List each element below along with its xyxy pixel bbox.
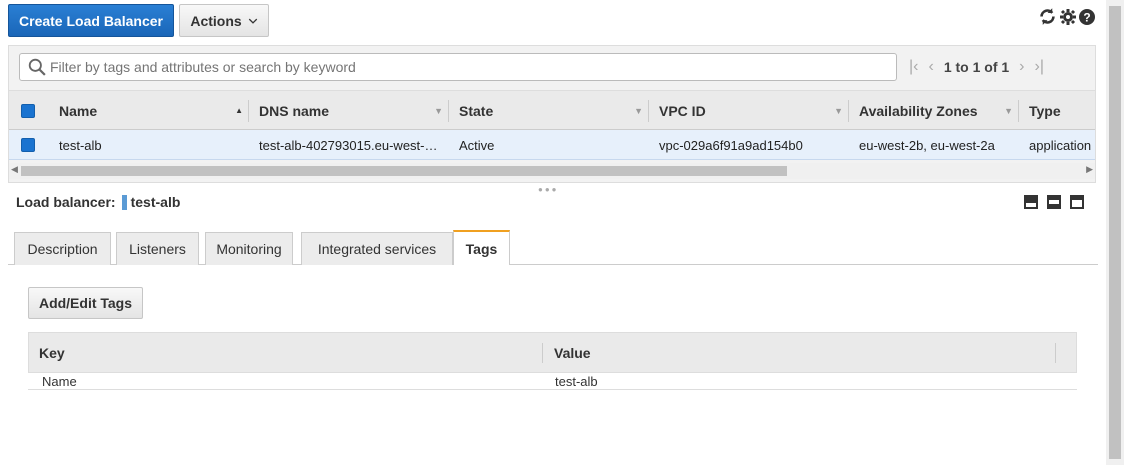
tags-row: Name test-alb: [28, 373, 1077, 390]
actions-label: Actions: [190, 12, 242, 29]
toolbar: Create Load Balancer Actions ?: [0, 0, 1106, 42]
layout-top-icon[interactable]: [1070, 195, 1084, 209]
pager: |‹ ‹ 1 to 1 of 1 › ›|: [909, 58, 1044, 76]
sort-icon: ▼: [1004, 105, 1013, 116]
tags-table: Key Value Name test-alb: [28, 332, 1077, 390]
column-dns-label: DNS name: [259, 102, 330, 119]
title-marker: [121, 194, 127, 210]
last-page-icon[interactable]: ›|: [1035, 58, 1044, 76]
tags-value-header: Value: [554, 345, 591, 361]
tab-monitoring[interactable]: Monitoring: [205, 232, 293, 265]
sort-asc-icon: ▲: [235, 106, 243, 115]
first-page-icon[interactable]: |‹: [909, 58, 918, 76]
refresh-icon[interactable]: [1038, 7, 1057, 26]
horizontal-scrollbar[interactable]: ◀ ▶: [9, 163, 1095, 179]
row-name: test-alb: [59, 137, 102, 153]
layout-split-icon[interactable]: [1047, 195, 1061, 209]
help-icon[interactable]: ?: [1079, 8, 1095, 25]
search-box[interactable]: [19, 53, 897, 81]
select-all-checkbox[interactable]: [21, 91, 51, 130]
vertical-scrollbar-thumb[interactable]: [1109, 6, 1121, 459]
row-checkbox[interactable]: [21, 130, 51, 160]
sort-icon: ▼: [834, 105, 843, 116]
column-name[interactable]: Name ▲: [49, 91, 249, 130]
column-dns-name[interactable]: DNS name ▼: [249, 91, 449, 130]
scroll-left-icon[interactable]: ◀: [11, 164, 18, 175]
layout-icons: [1024, 195, 1084, 209]
row-vpc: vpc-029a6f91a9ad154b0: [659, 137, 803, 153]
column-type-label: Type: [1029, 102, 1061, 119]
tags-key-header: Key: [39, 345, 65, 361]
sort-icon: ▼: [634, 105, 643, 116]
column-vpc-id[interactable]: VPC ID ▼: [649, 91, 849, 130]
column-name-label: Name: [59, 102, 98, 119]
column-vpc-label: VPC ID: [659, 102, 706, 119]
layout-bottom-icon[interactable]: [1024, 195, 1038, 209]
tab-tags[interactable]: Tags: [453, 230, 510, 265]
next-page-icon[interactable]: ›: [1019, 58, 1024, 76]
actions-button[interactable]: Actions: [179, 4, 269, 37]
search-input[interactable]: [50, 59, 870, 75]
create-load-balancer-button[interactable]: Create Load Balancer: [8, 4, 174, 37]
detail-tabs: Description Listeners Monitoring Integra…: [8, 230, 1098, 265]
tag-value: test-alb: [555, 373, 598, 389]
detail-title: Load balancer: test-alb: [16, 194, 180, 210]
tab-integrated-services[interactable]: Integrated services: [301, 232, 453, 265]
scroll-right-icon[interactable]: ▶: [1086, 164, 1093, 175]
tag-key: Name: [42, 373, 77, 389]
column-type[interactable]: Type: [1019, 91, 1097, 130]
add-edit-tags-button[interactable]: Add/Edit Tags: [28, 287, 143, 319]
splitter-handle[interactable]: ●●●: [538, 185, 559, 194]
column-state-label: State: [459, 102, 494, 119]
row-az: eu-west-2b, eu-west-2a: [859, 137, 995, 153]
scrollbar-thumb[interactable]: [21, 166, 787, 176]
table-row[interactable]: test-alb test-alb-402793015.eu-west-… Ac…: [9, 130, 1095, 160]
search-icon: [28, 58, 46, 76]
prev-page-icon[interactable]: ‹: [928, 58, 933, 76]
row-dns: test-alb-402793015.eu-west-…: [259, 137, 438, 153]
column-availability-zones[interactable]: Availability Zones ▼: [849, 91, 1019, 130]
detail-label: Load balancer:: [16, 194, 116, 210]
tab-description[interactable]: Description: [14, 232, 111, 265]
column-az-label: Availability Zones: [859, 102, 978, 119]
sort-icon: ▼: [434, 105, 443, 116]
filter-row: |‹ ‹ 1 to 1 of 1 › ›|: [9, 46, 1095, 90]
gear-icon[interactable]: [1060, 8, 1076, 25]
svg-text:?: ?: [1083, 10, 1090, 24]
tab-listeners[interactable]: Listeners: [116, 232, 199, 265]
vertical-scrollbar[interactable]: [1106, 0, 1124, 465]
row-state: Active: [459, 137, 495, 153]
load-balancer-grid: |‹ ‹ 1 to 1 of 1 › ›| Name ▲ DNS name ▼ St…: [8, 45, 1096, 183]
pager-text: 1 to 1 of 1: [943, 59, 1010, 75]
tags-header: Key Value: [28, 332, 1077, 373]
detail-lb-name: test-alb: [130, 194, 181, 210]
column-state[interactable]: State ▼: [449, 91, 649, 130]
row-type: application: [1029, 137, 1092, 153]
table-header: Name ▲ DNS name ▼ State ▼ VPC ID ▼ Availabil…: [9, 90, 1095, 130]
chevron-down-icon: [248, 18, 257, 24]
